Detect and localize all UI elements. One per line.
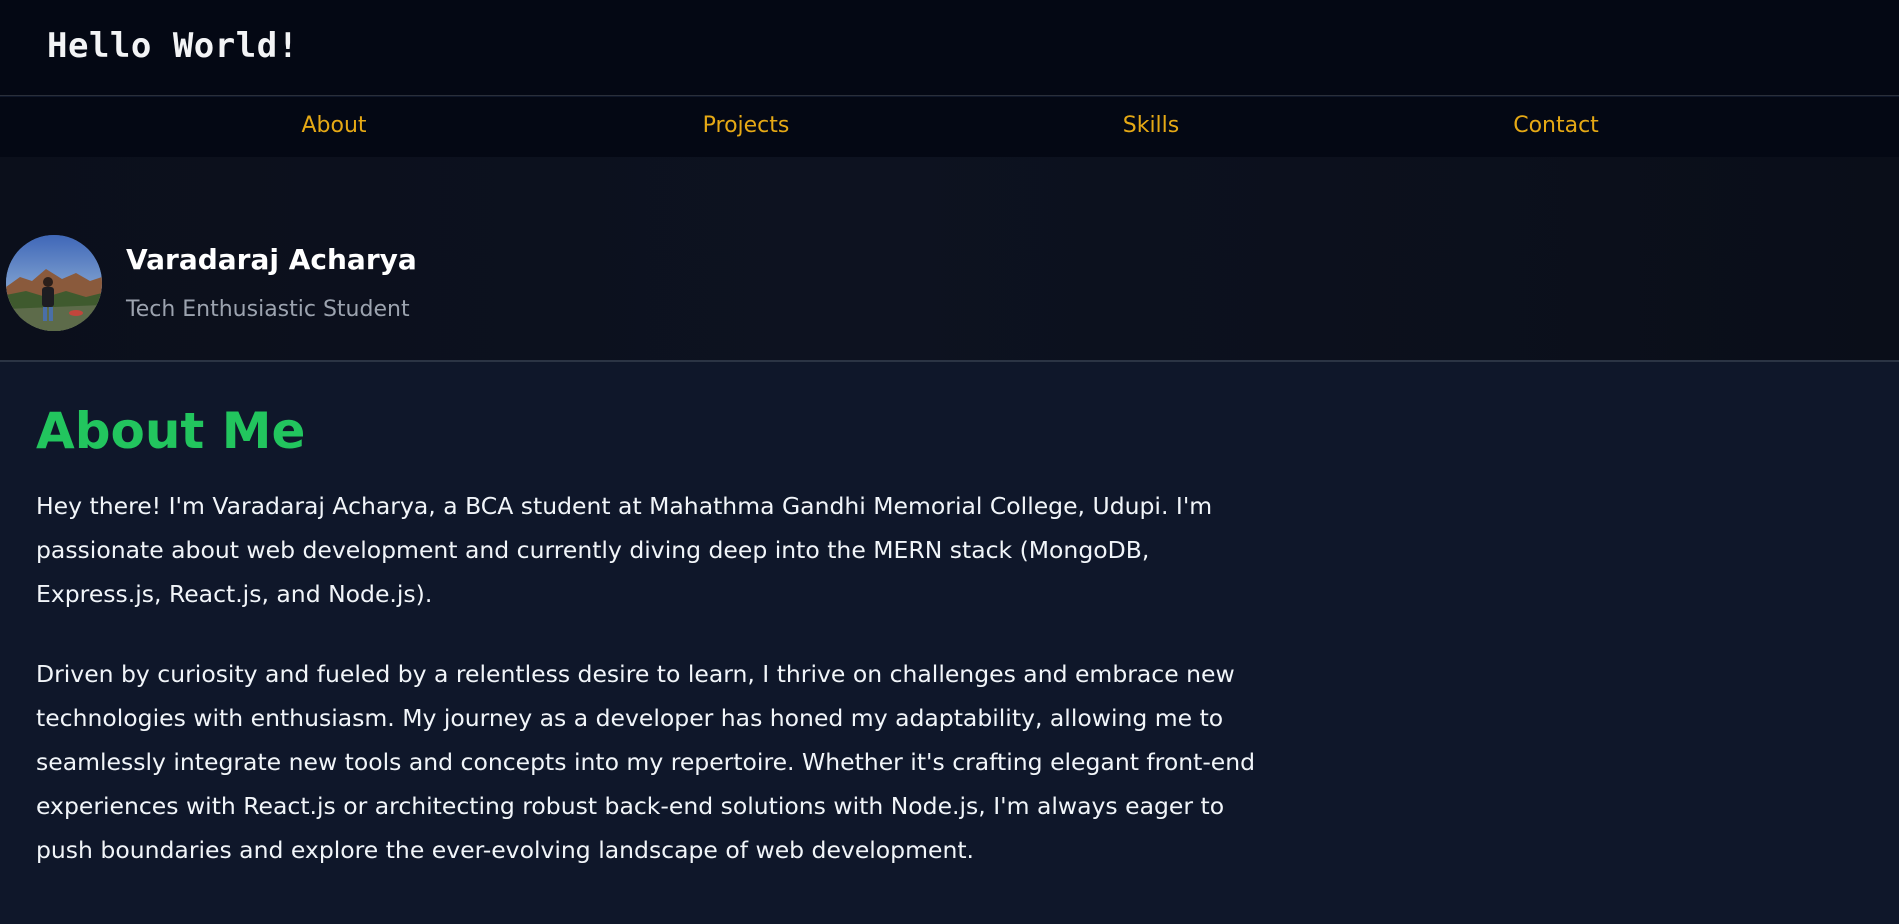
- site-header: Hello World!: [0, 0, 1899, 96]
- about-paragraph-intro: Hey there! I'm Varadaraj Acharya, a BCA …: [36, 492, 1213, 608]
- about-paragraph-journey: Driven by curiosity and fueled by a rele…: [36, 660, 1256, 864]
- about-section: About Me Hey there! I'm Varadaraj Achary…: [0, 364, 1899, 924]
- avatar: [6, 235, 102, 331]
- nav-item-projects[interactable]: Projects: [703, 113, 790, 138]
- main-nav: About Projects Skills Contact: [0, 97, 1899, 157]
- profile-tagline: Tech Enthusiastic Student: [126, 297, 410, 322]
- profile-section: Varadaraj Acharya Tech Enthusiastic Stud…: [0, 157, 1899, 362]
- nav-item-contact[interactable]: Contact: [1513, 113, 1599, 138]
- site-title: Hello World!: [47, 26, 299, 66]
- avatar-photo-icon: [6, 235, 102, 331]
- nav-item-about[interactable]: About: [301, 113, 366, 138]
- profile-name: Varadaraj Acharya: [126, 243, 417, 276]
- nav-item-skills[interactable]: Skills: [1123, 113, 1180, 138]
- about-heading: About Me: [36, 402, 306, 460]
